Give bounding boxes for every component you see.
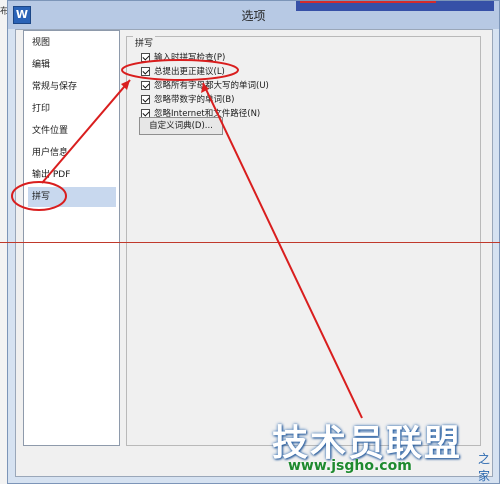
sidebar-item-file-location[interactable]: 文件位置 [28,121,116,141]
checkbox-ignore-numbers[interactable] [141,94,150,104]
option-label: 总提出更正建议(L) [154,67,225,77]
checkbox-check-while-typing[interactable] [141,52,150,62]
watermark-url: www.jsgho.com [288,458,412,474]
dialog-body: 视图 编辑 常规与保存 打印 文件位置 用户信息 输出 PDF 拼写 拼写 输入… [15,29,493,477]
sidebar-item-user-info[interactable]: 用户信息 [28,143,116,163]
option-check-while-typing[interactable]: 输入时拼写检查(P) [141,51,225,63]
checkbox-always-suggest[interactable] [141,66,150,76]
option-always-suggest[interactable]: 总提出更正建议(L) [141,65,225,77]
sidebar-item-spelling[interactable]: 拼写 [28,187,116,207]
spelling-group: 拼写 输入时拼写检查(P) 总提出更正建议(L) 忽略所有字母都大写的单词(U)… [126,36,481,446]
custom-dictionary-button[interactable]: 自定义词典(D)... [139,117,223,135]
options-category-list[interactable]: 视图 编辑 常规与保存 打印 文件位置 用户信息 输出 PDF 拼写 [23,30,120,446]
option-ignore-uppercase[interactable]: 忽略所有字母都大写的单词(U) [141,79,269,91]
sidebar-item-edit[interactable]: 编辑 [28,55,116,75]
checkbox-ignore-uppercase[interactable] [141,80,150,90]
sidebar-item-print[interactable]: 打印 [28,99,116,119]
annotation-guide-line [0,242,500,243]
spelling-group-title: 拼写 [133,36,156,49]
sidebar-item-export-pdf[interactable]: 输出 PDF [28,165,116,185]
option-label: 忽略带数字的单词(B) [154,95,235,105]
sidebar-item-view[interactable]: 视图 [28,33,116,53]
watermark-side-text: 之家 [478,452,491,483]
option-label: 忽略所有字母都大写的单词(U) [154,81,269,91]
option-ignore-numbers[interactable]: 忽略带数字的单词(B) [141,93,234,105]
background-app-accent [300,1,436,3]
sidebar-item-general-save[interactable]: 常规与保存 [28,77,116,97]
option-label: 输入时拼写检查(P) [154,53,226,63]
